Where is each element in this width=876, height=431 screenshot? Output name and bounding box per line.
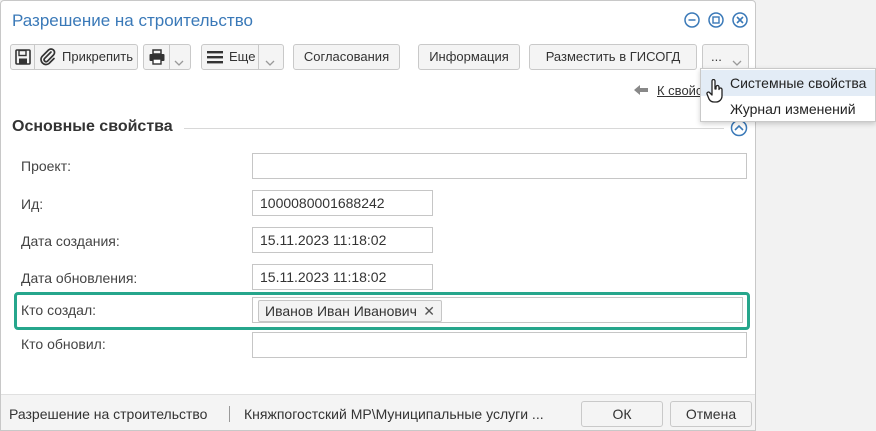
created-date-field[interactable]: 15.11.2023 11:18:02: [252, 227, 433, 253]
paperclip-icon[interactable]: [39, 48, 57, 74]
created-by-tag: Иванов Иван Иванович ✕: [258, 300, 442, 322]
publish-gisogd-button[interactable]: Разместить в ГИСОГД: [529, 44, 697, 70]
menu-item-label: Журнал изменений: [730, 101, 856, 117]
updated-date-field[interactable]: 15.11.2023 11:18:02: [252, 264, 433, 290]
project-label: Проект:: [21, 158, 72, 174]
more-button-label: Еще: [229, 49, 256, 64]
close-icon[interactable]: [732, 12, 748, 28]
overflow-menu: Системные свойства Журнал изменений: [700, 68, 876, 122]
footer-separator: [229, 406, 230, 422]
menu-item-system-properties[interactable]: Системные свойства: [701, 70, 875, 96]
footer-doc-type: Разрешение на строительство: [9, 406, 208, 422]
overflow-button[interactable]: ...: [702, 44, 749, 70]
id-label: Ид:: [21, 196, 44, 212]
menu-item-change-log[interactable]: Журнал изменений: [701, 96, 875, 122]
attach-button[interactable]: Прикрепить: [62, 45, 133, 69]
ok-button[interactable]: ОК: [581, 401, 663, 427]
title-bar: Разрешение на строительство: [1, 1, 755, 39]
toolbar: Прикрепить Еще Согласования Информация Р…: [1, 42, 755, 74]
back-link-text[interactable]: К свойс: [657, 83, 702, 98]
overflow-button-label: ...: [711, 49, 722, 64]
dialog-window: Разрешение на строительство Прикрепить Е…: [0, 0, 756, 431]
menu-item-label: Системные свойства: [730, 75, 867, 91]
restore-icon[interactable]: [708, 12, 724, 28]
save-icon[interactable]: [14, 48, 32, 74]
approvals-button[interactable]: Согласования: [293, 44, 400, 70]
chevron-down-icon: [265, 52, 275, 76]
save-attach-group: Прикрепить: [10, 44, 138, 70]
menu-icon: [206, 49, 224, 73]
created-date-label: Дата создания:: [21, 233, 120, 249]
footer-bar: Разрешение на строительство Княжпогостск…: [1, 394, 755, 430]
id-field[interactable]: 1000080001688242: [252, 190, 433, 216]
back-arrow-icon: [631, 82, 651, 101]
toolbar-separator: [34, 45, 35, 69]
created-by-value: Иванов Иван Иванович: [265, 303, 417, 319]
window-title: Разрешение на строительство: [12, 11, 253, 30]
updated-by-field[interactable]: [252, 332, 747, 358]
minimize-icon[interactable]: [684, 12, 700, 28]
print-button[interactable]: [143, 44, 191, 70]
cancel-button[interactable]: Отмена: [670, 401, 752, 427]
updated-by-label: Кто обновил:: [21, 336, 106, 352]
printer-icon: [148, 48, 166, 74]
hand-cursor-icon: [706, 78, 724, 106]
more-button[interactable]: Еще: [201, 44, 284, 70]
section-divider: [184, 128, 724, 129]
info-button[interactable]: Информация: [418, 44, 520, 70]
project-field[interactable]: [252, 153, 747, 179]
toolbar-separator: [169, 45, 170, 69]
collapse-icon[interactable]: [730, 119, 748, 140]
created-by-label: Кто создал:: [21, 302, 96, 318]
chevron-down-icon: [174, 52, 184, 76]
updated-date-label: Дата обновления:: [21, 270, 138, 286]
footer-path: Княжпогостский МР\Муниципальные услуги .…: [244, 406, 544, 422]
remove-tag-icon[interactable]: ✕: [423, 301, 435, 321]
section-title: Основные свойства: [12, 118, 173, 135]
toolbar-separator: [258, 45, 259, 69]
